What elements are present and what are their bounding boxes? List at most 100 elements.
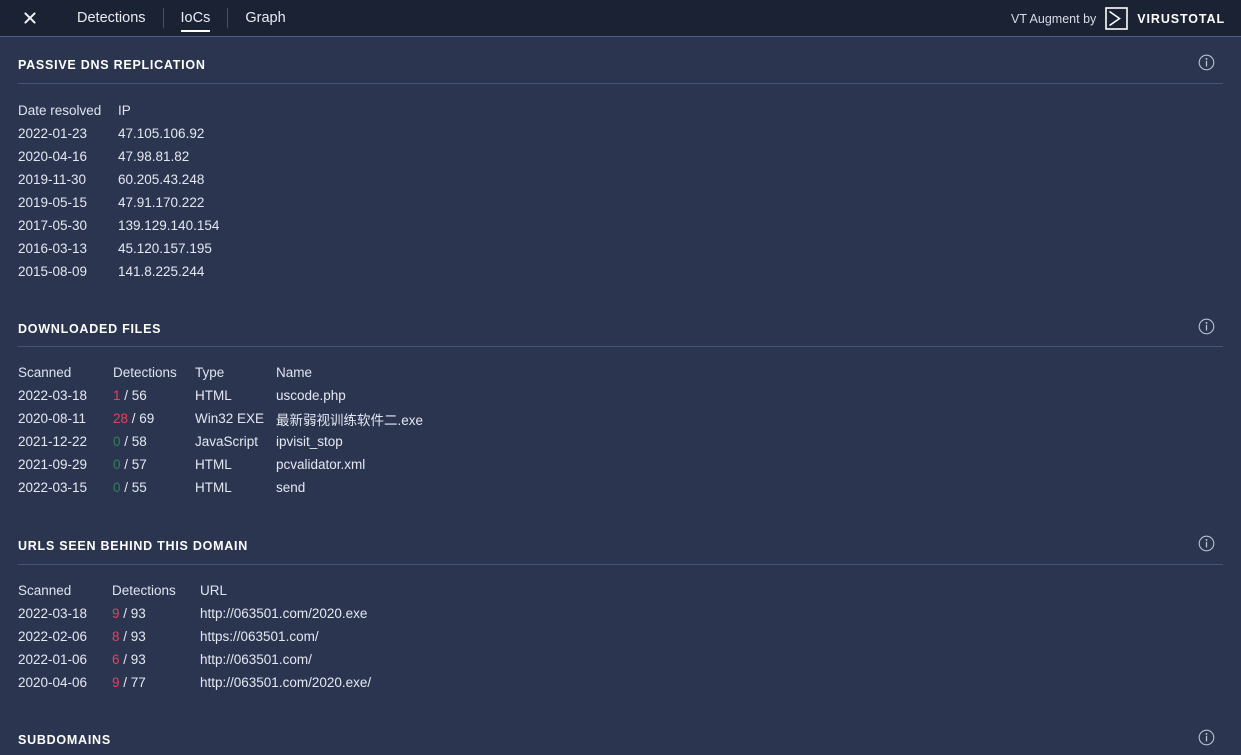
section-urls: URLS SEEN BEHIND THIS DOMAIN Scanned Det… xyxy=(0,518,1241,694)
detection-total: 93 xyxy=(131,629,146,644)
table-header-row: Date resolved IP xyxy=(18,99,219,122)
cell-detections: 1 / 56 xyxy=(113,384,195,407)
cell-scanned: 2021-09-29 xyxy=(18,453,113,476)
column-header-ip: IP xyxy=(118,99,219,122)
detection-total: 57 xyxy=(132,457,147,472)
tab-bar: Detections IoCs Graph xyxy=(60,0,303,36)
detection-total: 56 xyxy=(132,388,147,403)
cell-name: uscode.php xyxy=(276,384,423,407)
info-icon[interactable] xyxy=(1198,535,1215,552)
cell-ip: 45.120.157.195 xyxy=(118,237,219,260)
table-row[interactable]: 2021-12-22 0 / 58 JavaScript ipvisit_sto… xyxy=(18,430,423,453)
section-title: URLS SEEN BEHIND THIS DOMAIN xyxy=(18,540,1223,553)
column-header-scanned: Scanned xyxy=(18,361,113,384)
cell-scanned: 2022-03-15 xyxy=(18,476,113,499)
cell-detections: 0 / 58 xyxy=(113,430,195,453)
cell-date-resolved: 2015-08-09 xyxy=(18,260,118,283)
cell-url: http://063501.com/ xyxy=(200,648,371,671)
table-row[interactable]: 2015-08-09 141.8.225.244 xyxy=(18,260,219,283)
section-divider xyxy=(18,83,1223,84)
virustotal-logo-icon xyxy=(1105,7,1128,30)
cell-scanned: 2022-02-06 xyxy=(18,625,112,648)
tab-detections-label: Detections xyxy=(77,10,146,26)
cell-date-resolved: 2019-05-15 xyxy=(18,191,118,214)
detection-count: 8 xyxy=(112,629,120,644)
close-icon[interactable] xyxy=(22,10,38,26)
tab-detections[interactable]: Detections xyxy=(60,11,163,26)
table-row[interactable]: 2020-08-11 28 / 69 Win32 EXE 最新弱视训练软件二.e… xyxy=(18,407,423,430)
table-row[interactable]: 2020-04-16 47.98.81.82 xyxy=(18,145,219,168)
section-header: DOWNLOADED FILES xyxy=(18,301,1223,348)
column-header-scanned: Scanned xyxy=(18,579,112,602)
table-row[interactable]: 2022-01-06 6 / 93 http://063501.com/ xyxy=(18,648,371,671)
cell-scanned: 2021-12-22 xyxy=(18,430,113,453)
table-row[interactable]: 2019-11-30 60.205.43.248 xyxy=(18,168,219,191)
table-row[interactable]: 2019-05-15 47.91.170.222 xyxy=(18,191,219,214)
cell-ip: 47.98.81.82 xyxy=(118,145,219,168)
cell-name: ipvisit_stop xyxy=(276,430,423,453)
tab-iocs[interactable]: IoCs xyxy=(164,11,228,26)
cell-scanned: 2020-04-06 xyxy=(18,671,112,694)
cell-url: http://063501.com/2020.exe xyxy=(200,602,371,625)
cell-url: http://063501.com/2020.exe/ xyxy=(200,671,371,694)
table-row[interactable]: 2022-03-18 9 / 93 http://063501.com/2020… xyxy=(18,602,371,625)
section-title: PASSIVE DNS REPLICATION xyxy=(18,59,1223,72)
cell-detections: 0 / 55 xyxy=(113,476,195,499)
detection-count: 6 xyxy=(112,652,120,667)
detection-total: 55 xyxy=(132,480,147,495)
info-icon[interactable] xyxy=(1198,318,1215,335)
section-header: SUBDOMAINS xyxy=(18,712,1223,755)
section-passive-dns: PASSIVE DNS REPLICATION Date resolved IP… xyxy=(0,37,1241,283)
table-row[interactable]: 2022-03-15 0 / 55 HTML send xyxy=(18,476,423,499)
info-icon[interactable] xyxy=(1198,54,1215,71)
cell-type: JavaScript xyxy=(195,430,276,453)
detection-total: 58 xyxy=(132,434,147,449)
detection-count: 9 xyxy=(112,606,120,621)
column-header-name: Name xyxy=(276,361,423,384)
cell-ip: 47.91.170.222 xyxy=(118,191,219,214)
table-row[interactable]: 2022-02-06 8 / 93 https://063501.com/ xyxy=(18,625,371,648)
detection-count: 1 xyxy=(113,388,121,403)
cell-ip: 139.129.140.154 xyxy=(118,214,219,237)
table-row[interactable]: 2022-01-23 47.105.106.92 xyxy=(18,122,219,145)
cell-detections: 0 / 57 xyxy=(113,453,195,476)
cell-scanned: 2022-01-06 xyxy=(18,648,112,671)
detection-count: 0 xyxy=(113,434,121,449)
cell-scanned: 2022-03-18 xyxy=(18,602,112,625)
detection-count: 0 xyxy=(113,457,121,472)
ioc-content: PASSIVE DNS REPLICATION Date resolved IP… xyxy=(0,37,1241,755)
section-title: SUBDOMAINS xyxy=(18,734,1223,747)
column-header-detections: Detections xyxy=(113,361,195,384)
section-divider xyxy=(18,346,1223,347)
table-header-row: Scanned Detections Type Name xyxy=(18,361,423,384)
column-header-type: Type xyxy=(195,361,276,384)
table-row[interactable]: 2017-05-30 139.129.140.154 xyxy=(18,214,219,237)
table-header-row: Scanned Detections URL xyxy=(18,579,371,602)
cell-detections: 9 / 77 xyxy=(112,671,200,694)
table-row[interactable]: 2022-03-18 1 / 56 HTML uscode.php xyxy=(18,384,423,407)
table-row[interactable]: 2021-09-29 0 / 57 HTML pcvalidator.xml xyxy=(18,453,423,476)
cell-detections: 8 / 93 xyxy=(112,625,200,648)
table-row[interactable]: 2016-03-13 45.120.157.195 xyxy=(18,237,219,260)
cell-name: pcvalidator.xml xyxy=(276,453,423,476)
cell-url: https://063501.com/ xyxy=(200,625,371,648)
info-icon[interactable] xyxy=(1198,729,1215,746)
cell-date-resolved: 2020-04-16 xyxy=(18,145,118,168)
tab-graph[interactable]: Graph xyxy=(228,11,302,26)
section-title: DOWNLOADED FILES xyxy=(18,323,1223,336)
detection-count: 28 xyxy=(113,411,128,426)
cell-detections: 9 / 93 xyxy=(112,602,200,625)
section-divider xyxy=(18,564,1223,565)
detection-total: 69 xyxy=(139,411,154,426)
cell-type: HTML xyxy=(195,453,276,476)
cell-date-resolved: 2022-01-23 xyxy=(18,122,118,145)
urls-table: Scanned Detections URL 2022-03-18 9 / 93… xyxy=(18,579,371,694)
cell-type: HTML xyxy=(195,384,276,407)
cell-ip: 60.205.43.248 xyxy=(118,168,219,191)
detection-total: 93 xyxy=(131,606,146,621)
detection-count: 0 xyxy=(113,480,121,495)
section-header: PASSIVE DNS REPLICATION xyxy=(18,37,1223,84)
brand-prefix-label: VT Augment by xyxy=(1011,12,1096,26)
cell-type: Win32 EXE xyxy=(195,407,276,430)
table-row[interactable]: 2020-04-06 9 / 77 http://063501.com/2020… xyxy=(18,671,371,694)
